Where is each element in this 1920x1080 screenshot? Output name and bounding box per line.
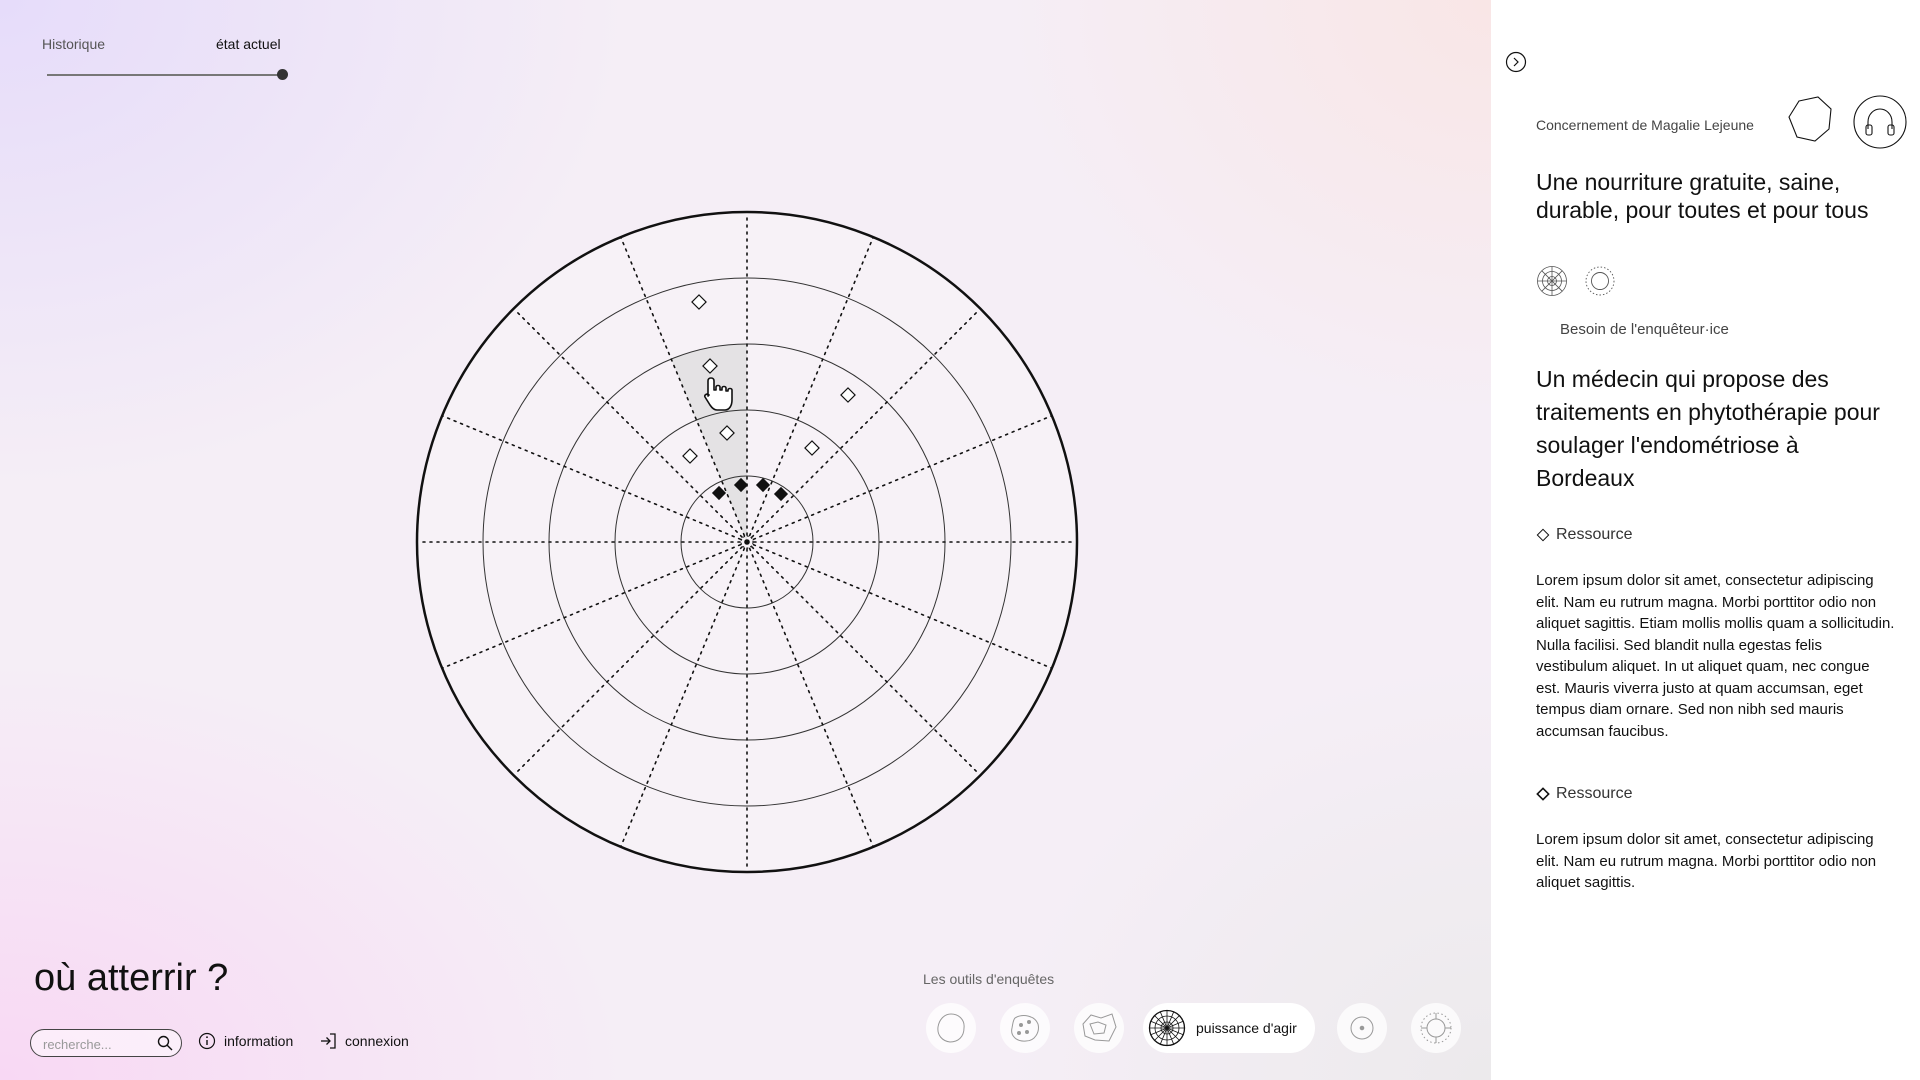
concern-title: Une nourriture gratuite, saine, durable,…: [1536, 169, 1869, 223]
target-icon: [1350, 1016, 1374, 1040]
sun-ring-icon[interactable]: [1584, 265, 1616, 297]
need-label: Besoin de l'enquêteur·ice: [1560, 321, 1729, 338]
resource-label: Ressource: [1556, 526, 1633, 543]
radar-chart[interactable]: [415, 210, 1079, 874]
diamond-outline-icon: [1536, 528, 1550, 542]
agency-radar-icon[interactable]: [1536, 265, 1568, 297]
sun-ring-icon: [1420, 1012, 1452, 1044]
headphones-icon[interactable]: [1853, 95, 1907, 149]
timeline-track[interactable]: [47, 74, 283, 76]
timeline-current-label[interactable]: état actuel: [216, 36, 281, 52]
app-title: où atterrir ?: [34, 957, 229, 999]
concern-shape-icon: [937, 1013, 965, 1043]
resource-label: Ressource: [1556, 785, 1633, 802]
diamond-outline-icon: [1536, 787, 1550, 801]
tools-section-label: Les outils d'enquêtes: [923, 971, 1055, 987]
search-input[interactable]: [41, 1033, 145, 1055]
map-stage: Historique état actuel où atterrir ? rec…: [0, 0, 1491, 1080]
entities-map-icon: [1011, 1015, 1039, 1042]
tool-agency-label: puissance d'agir: [1196, 1020, 1297, 1036]
search-field[interactable]: [30, 1029, 182, 1057]
tool-territory-button[interactable]: [1074, 1003, 1124, 1053]
concern-shape-icon: [1788, 96, 1832, 142]
login-link[interactable]: connexion: [319, 1030, 409, 1052]
tool-entities-button[interactable]: [1000, 1003, 1050, 1053]
information-link[interactable]: information: [198, 1030, 293, 1052]
need-text: Un médecin qui propose des traitements e…: [1536, 366, 1880, 491]
login-label: connexion: [345, 1033, 409, 1049]
agency-radar-icon: [1148, 1009, 1186, 1047]
tool-concern-button[interactable]: [926, 1003, 976, 1053]
tool-sun-button[interactable]: [1411, 1003, 1461, 1053]
timeline-handle[interactable]: [277, 69, 288, 80]
resource-heading: Ressource: [1536, 526, 1632, 544]
resource-description: Lorem ipsum dolor sit amet, consectetur …: [1536, 572, 1895, 740]
tool-target-button[interactable]: [1337, 1003, 1387, 1053]
timeline-past-label[interactable]: Historique: [42, 36, 105, 52]
login-icon: [321, 1033, 336, 1049]
search-icon[interactable]: [157, 1035, 173, 1051]
resource-heading: Ressource: [1536, 785, 1632, 803]
collapse-panel-icon[interactable]: [1505, 51, 1527, 73]
detail-panel: Concernement de Magalie Lejeune Une nour…: [1491, 0, 1920, 1080]
tool-agency-button[interactable]: puissance d'agir: [1143, 1003, 1315, 1053]
information-label: information: [224, 1033, 294, 1049]
concern-owner-label: Concernement de Magalie Lejeune: [1536, 117, 1754, 133]
info-icon: [198, 1032, 216, 1050]
territory-shape-icon: [1082, 1013, 1117, 1042]
resource-description: Lorem ipsum dolor sit amet, consectetur …: [1536, 831, 1877, 891]
